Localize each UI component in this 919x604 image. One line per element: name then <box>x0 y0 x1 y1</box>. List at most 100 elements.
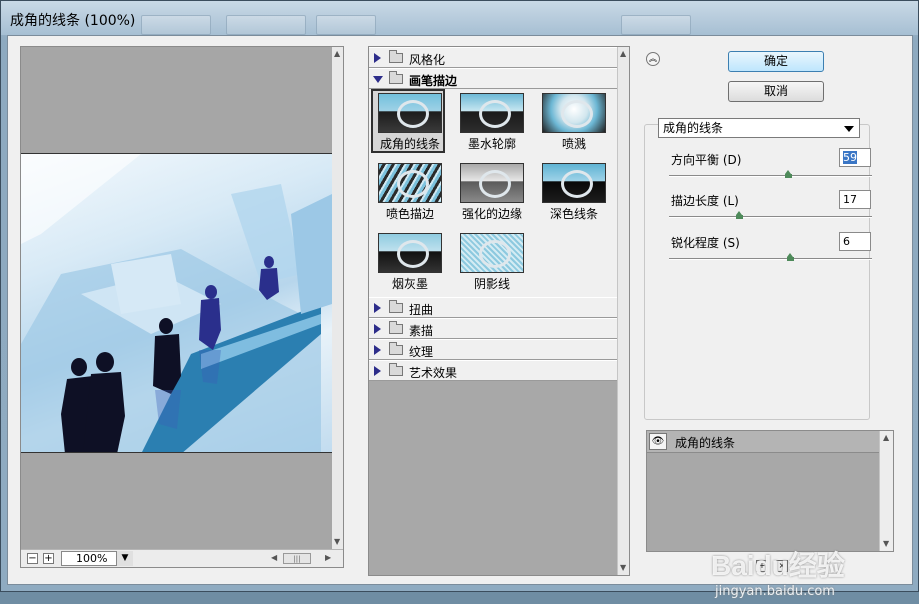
folder-icon <box>389 342 403 355</box>
filter-thumb-ink-outlines[interactable]: 墨水轮廓 <box>455 91 525 151</box>
scroll-up-icon[interactable]: ▲ <box>620 49 626 58</box>
filter-thumb-sprayed-strokes[interactable]: 喷色描边 <box>373 161 443 221</box>
sharpness-slider[interactable] <box>669 253 872 261</box>
direction-balance-value: 59 <box>843 151 857 164</box>
filter-label: 成角的线条 <box>379 137 440 151</box>
category-brush-strokes[interactable]: 画笔描边 <box>369 68 617 89</box>
scroll-thumb[interactable]: ||| <box>283 553 311 564</box>
brush-strokes-thumbnails: 成角的线条 墨水轮廓 喷溅 喷色描边 强化的边缘 深色线条 烟灰墨 阴影线 <box>369 89 617 297</box>
preview-vertical-scrollbar[interactable]: ▲ ▼ <box>332 47 343 549</box>
category-texture[interactable]: 纹理 <box>369 339 617 360</box>
filter-thumb-accented-edges[interactable]: 强化的边缘 <box>455 161 525 221</box>
filter-preview-thumbnail <box>378 163 442 203</box>
filter-label: 喷溅 <box>561 137 586 151</box>
zoom-in-button[interactable]: + <box>43 553 54 564</box>
zoom-out-button[interactable]: − <box>27 553 38 564</box>
category-label: 艺术效果 <box>409 366 458 380</box>
scroll-up-icon[interactable]: ▲ <box>883 433 889 442</box>
param-label-sharpness: 锐化程度 (S) <box>671 236 740 250</box>
background-toolbar-item <box>141 15 211 35</box>
watermark-logo-text: Baidu经验 <box>711 550 845 581</box>
collapse-gallery-button[interactable]: ︽ <box>646 52 660 66</box>
expand-arrow-icon[interactable] <box>374 324 381 334</box>
category-stylize[interactable]: 风格化 <box>369 47 617 68</box>
window-title: 成角的线条 (100%) <box>10 13 136 29</box>
filter-preview-thumbnail <box>460 163 524 203</box>
scroll-down-icon[interactable]: ▼ <box>883 539 889 548</box>
effect-layer-row[interactable]: 👁 成角的线条 <box>647 431 879 453</box>
filter-select[interactable]: 成角的线条 <box>658 118 860 138</box>
filter-thumb-crosshatch[interactable]: 阴影线 <box>455 231 525 291</box>
category-label: 画笔描边 <box>409 74 458 88</box>
expand-arrow-icon[interactable] <box>374 53 381 63</box>
folder-icon <box>389 50 403 63</box>
category-label: 纹理 <box>409 345 434 359</box>
scroll-right-icon[interactable]: ▶ <box>325 553 331 562</box>
filter-label: 烟灰墨 <box>391 277 428 291</box>
scroll-down-icon[interactable]: ▼ <box>620 563 626 572</box>
collapse-arrow-icon[interactable] <box>373 76 383 83</box>
slider-knob-icon[interactable] <box>787 253 794 261</box>
category-label: 素描 <box>409 324 434 338</box>
preview-zoom-bar: − + 100% ▼ ◀ ||| ▶ <box>21 549 343 567</box>
effect-layer-name: 成角的线条 <box>675 436 736 450</box>
layers-vertical-scrollbar[interactable]: ▲ ▼ <box>879 431 893 551</box>
chevron-down-icon[interactable]: ▼ <box>116 551 133 566</box>
filter-preview-thumbnail <box>460 93 524 133</box>
eye-icon[interactable]: 👁 <box>649 433 667 450</box>
filter-thumb-angled-strokes[interactable]: 成角的线条 <box>371 89 445 153</box>
folder-icon <box>389 321 403 334</box>
scroll-left-icon[interactable]: ◀ <box>271 553 277 562</box>
filter-settings-panel <box>644 124 870 420</box>
filter-preview-thumbnail <box>542 93 606 133</box>
slider-knob-icon[interactable] <box>785 170 792 178</box>
expand-arrow-icon[interactable] <box>374 303 381 313</box>
slider-knob-icon[interactable] <box>736 211 743 219</box>
filter-preview-thumbnail <box>460 233 524 273</box>
folder-icon <box>389 363 403 376</box>
filter-gallery-window: 成角的线条 (100%) ▲ ▼ − + 100% ▼ ◀ ||| ▶ 风格化 … <box>0 0 919 599</box>
filter-preview-thumbnail <box>378 233 442 273</box>
category-label: 扭曲 <box>409 303 434 317</box>
direction-balance-slider[interactable] <box>669 170 872 178</box>
preview-pane: ▲ ▼ − + 100% ▼ ◀ ||| ▶ <box>20 46 344 568</box>
filter-label: 墨水轮廓 <box>467 137 516 151</box>
scroll-up-icon[interactable]: ▲ <box>334 49 340 58</box>
filter-label: 阴影线 <box>473 277 510 291</box>
gallery-vertical-scrollbar[interactable]: ▲ ▼ <box>617 47 629 575</box>
filter-label: 深色线条 <box>549 207 598 221</box>
stylized-photo <box>21 154 332 452</box>
preview-canvas[interactable]: ▲ ▼ <box>21 47 343 549</box>
stroke-length-input[interactable]: 17 <box>839 190 871 209</box>
dialog-body: ▲ ▼ − + 100% ▼ ◀ ||| ▶ 风格化 画笔描边 成角的线条 墨水… <box>7 35 913 599</box>
effect-layers-panel: 👁 成角的线条 ▲ ▼ <box>646 430 894 552</box>
category-distort[interactable]: 扭曲 <box>369 297 617 318</box>
title-bar: 成角的线条 (100%) <box>1 1 918 35</box>
sharpness-input[interactable]: 6 <box>839 232 871 251</box>
preview-horizontal-scrollbar[interactable]: ◀ ||| ▶ <box>271 553 333 565</box>
expand-arrow-icon[interactable] <box>374 366 381 376</box>
cancel-button[interactable]: 取消 <box>728 81 824 102</box>
scroll-down-icon[interactable]: ▼ <box>334 537 340 546</box>
baidu-watermark: Baidu经验 jingyan.baidu.com <box>711 544 881 604</box>
category-label: 风格化 <box>409 53 446 67</box>
folder-icon <box>389 300 403 313</box>
folder-open-icon <box>389 71 403 84</box>
background-toolbar-item <box>226 15 306 35</box>
category-sketch[interactable]: 素描 <box>369 318 617 339</box>
filter-thumb-spatter[interactable]: 喷溅 <box>537 91 607 151</box>
preview-image <box>21 153 332 453</box>
stroke-length-value: 17 <box>843 193 857 206</box>
zoom-level-value: 100% <box>76 552 108 565</box>
filter-thumb-dark-strokes[interactable]: 深色线条 <box>537 161 607 221</box>
filter-label: 强化的边缘 <box>461 207 522 221</box>
param-label-direction-balance: 方向平衡 (D) <box>671 153 742 167</box>
direction-balance-input[interactable]: 59 <box>839 148 871 167</box>
stroke-length-slider[interactable] <box>669 211 872 219</box>
expand-arrow-icon[interactable] <box>374 345 381 355</box>
filter-thumb-sumi-e[interactable]: 烟灰墨 <box>373 231 443 291</box>
chevron-down-icon[interactable] <box>844 126 854 132</box>
ok-button[interactable]: 确定 <box>728 51 824 72</box>
category-artistic[interactable]: 艺术效果 <box>369 360 617 381</box>
filter-select-value: 成角的线条 <box>663 121 724 135</box>
